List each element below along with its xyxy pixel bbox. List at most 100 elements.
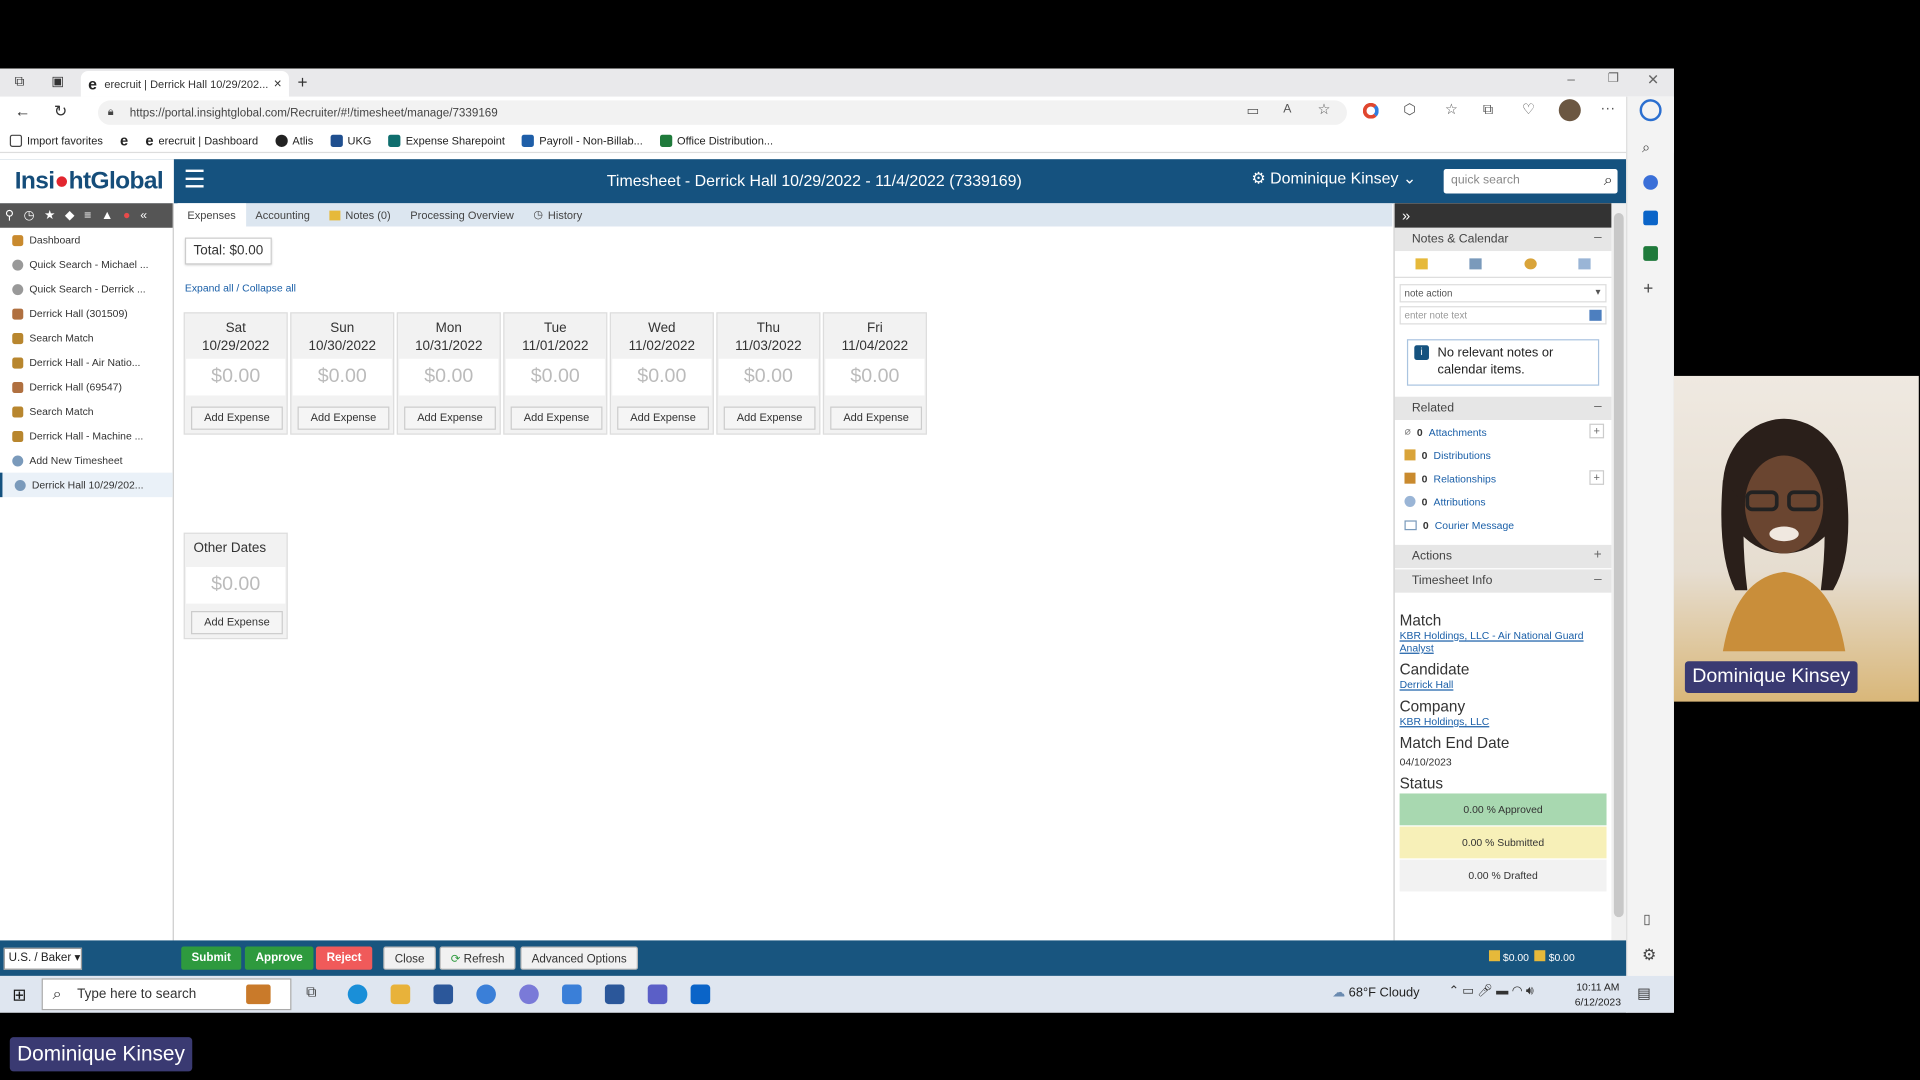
- store-icon[interactable]: [433, 984, 454, 1005]
- notifications-icon[interactable]: ▤: [1637, 984, 1651, 1001]
- add-icon[interactable]: +: [1643, 278, 1653, 298]
- read-aloud-icon[interactable]: A: [1283, 103, 1291, 116]
- add-expense-button[interactable]: Add Expense: [404, 406, 496, 430]
- sidebar-item-derrick-hall-301509[interactable]: Derrick Hall (301509): [0, 301, 173, 325]
- actions-section[interactable]: Actions +: [1394, 544, 1612, 569]
- close-tab-icon[interactable]: ×: [274, 77, 282, 92]
- fav-edge[interactable]: e: [120, 132, 128, 149]
- expand-collapse-link[interactable]: Expand all / Collapse all: [185, 282, 296, 294]
- warning-icon[interactable]: ▲: [101, 209, 113, 222]
- sidebar-item-search-match-2[interactable]: Search Match: [0, 399, 173, 423]
- scrollbar-thumb[interactable]: [1613, 213, 1624, 918]
- add-attachment-button[interactable]: +: [1589, 423, 1605, 439]
- workspaces-icon[interactable]: ⧉: [15, 75, 25, 91]
- minimize-icon[interactable]: –: [1567, 72, 1575, 87]
- add-expense-button[interactable]: Add Expense: [191, 406, 283, 430]
- submit-button[interactable]: Submit: [181, 946, 242, 970]
- profile-avatar[interactable]: [1558, 99, 1581, 122]
- sidebar-item-derrick-hall-69547[interactable]: Derrick Hall (69547): [0, 375, 173, 399]
- sidebar-item-quick-search-michael[interactable]: Quick Search - Michael ...: [0, 252, 173, 276]
- sidebar-item-derrick-hall-machine[interactable]: Derrick Hall - Machine ...: [0, 424, 173, 448]
- reject-button[interactable]: Reject: [315, 946, 373, 970]
- refresh-button[interactable]: ⟳ Refresh: [439, 946, 516, 970]
- tab-notes[interactable]: Notes (0): [320, 203, 401, 226]
- collapse-icon[interactable]: –: [1594, 230, 1602, 245]
- save-icon[interactable]: [1589, 309, 1602, 321]
- related-attributions[interactable]: 0 Attributions: [1395, 490, 1612, 513]
- note-action-select[interactable]: note action ▾: [1399, 284, 1607, 303]
- outlook-taskbar-icon[interactable]: [690, 984, 711, 1005]
- sidebar-item-current-timesheet[interactable]: Derrick Hall 10/29/202...: [0, 472, 173, 498]
- fav-atlis[interactable]: Atlis: [275, 134, 313, 147]
- collections-icon[interactable]: ⧉: [1483, 100, 1494, 118]
- star-icon[interactable]: ★: [44, 209, 55, 222]
- timesheet-info-section[interactable]: Timesheet Info –: [1394, 569, 1612, 593]
- fav-payroll[interactable]: Payroll - Non-Billab...: [522, 134, 643, 147]
- taskbar-clock[interactable]: 10:11 AM 6/12/2023: [1575, 980, 1621, 1009]
- phone-icon[interactable]: [1524, 258, 1537, 270]
- add-expense-button[interactable]: Add Expense: [617, 406, 709, 430]
- favorites-icon[interactable]: ☆: [1445, 100, 1458, 117]
- advanced-options-button[interactable]: Advanced Options: [520, 946, 638, 970]
- related-attachments[interactable]: ⌀ 0 Attachments +: [1395, 420, 1612, 443]
- app-available-icon[interactable]: ▭: [1247, 103, 1260, 119]
- close-window-icon[interactable]: ✕: [1647, 71, 1659, 88]
- collapse-icon[interactable]: –: [1594, 399, 1602, 414]
- pin-icon[interactable]: ⚲: [5, 209, 14, 222]
- event-icon[interactable]: [1578, 258, 1591, 270]
- tab-erecruit[interactable]: e erecruit | Derrick Hall 10/29/202... ×: [80, 71, 289, 97]
- fav-expense[interactable]: Expense Sharepoint: [388, 134, 505, 147]
- sidebar-layout-icon[interactable]: ▯: [1643, 911, 1650, 927]
- quick-search-input[interactable]: quick search ⌕: [1443, 168, 1618, 194]
- user-menu[interactable]: ⚙ Dominique Kinsey ⌄: [1251, 169, 1416, 189]
- file-explorer-icon[interactable]: [390, 984, 411, 1005]
- sidebar-item-quick-search-derrick[interactable]: Quick Search - Derrick ...: [0, 277, 173, 301]
- excel-icon[interactable]: [1643, 246, 1658, 261]
- reload-icon[interactable]: ↻: [54, 102, 67, 122]
- settings-icon[interactable]: ⚙: [1642, 945, 1656, 965]
- add-relationship-button[interactable]: +: [1589, 470, 1605, 485]
- shopping-icon[interactable]: [1643, 175, 1658, 190]
- menu-icon[interactable]: ☰: [184, 168, 208, 192]
- system-tray-icons[interactable]: ⌃ ▭ 🎤︎ ▬ ◠ 🔊︎: [1449, 984, 1534, 997]
- collapse-icon[interactable]: –: [1594, 572, 1602, 587]
- restore-icon[interactable]: ❐: [1608, 72, 1619, 85]
- help-icon[interactable]: ●: [123, 209, 130, 222]
- sidebar-item-dashboard[interactable]: Dashboard: [0, 228, 173, 252]
- add-expense-button[interactable]: Add Expense: [830, 406, 923, 430]
- app-icon[interactable]: [519, 984, 539, 1005]
- extensions-icon[interactable]: ⬡: [1403, 100, 1416, 117]
- fav-office[interactable]: Office Distribution...: [659, 134, 773, 147]
- more-icon[interactable]: ···: [1600, 99, 1615, 116]
- tab-processing-overview[interactable]: Processing Overview: [401, 203, 524, 226]
- add-expense-button[interactable]: Add Expense: [191, 611, 283, 635]
- new-tab-icon[interactable]: +: [298, 72, 308, 92]
- scrollbar[interactable]: [1611, 203, 1627, 975]
- extension-icon[interactable]: [1362, 102, 1379, 119]
- company-link[interactable]: KBR Holdings, LLC: [1395, 715, 1612, 727]
- fav-ukg[interactable]: UKG: [330, 134, 371, 147]
- related-distributions[interactable]: 0 Distributions: [1395, 443, 1612, 466]
- fav-import[interactable]: Import favorites: [9, 134, 103, 147]
- mail-icon[interactable]: [562, 984, 582, 1005]
- url-field[interactable]: 🔒︎ https://portal.insightglobal.com/Recr…: [97, 100, 1347, 125]
- add-expense-button[interactable]: Add Expense: [297, 406, 390, 430]
- approve-button[interactable]: Approve: [244, 946, 314, 970]
- add-expense-button[interactable]: Add Expense: [510, 406, 603, 430]
- edge-taskbar-icon[interactable]: [347, 984, 368, 1005]
- expand-panel-icon[interactable]: »: [1394, 203, 1612, 228]
- tab-expenses[interactable]: Expenses: [177, 203, 246, 227]
- match-link[interactable]: KBR Holdings, LLC - Air National Guard A…: [1395, 629, 1612, 653]
- taskbar-search[interactable]: ⌕ Type here to search: [41, 978, 292, 1011]
- weather-widget[interactable]: ☁ 68°F Cloudy: [1332, 986, 1419, 1001]
- tab-accounting[interactable]: Accounting: [246, 203, 320, 226]
- close-button[interactable]: Close: [383, 946, 436, 970]
- clock-icon[interactable]: ◷: [24, 209, 35, 222]
- bing-chat-icon[interactable]: [1639, 99, 1662, 122]
- collapse-icon[interactable]: «: [140, 209, 147, 222]
- add-expense-button[interactable]: Add Expense: [723, 406, 816, 430]
- tab-history[interactable]: ◷ History: [524, 203, 592, 226]
- region-select[interactable]: U.S. / Baker ▾: [3, 947, 83, 970]
- word-icon[interactable]: [604, 984, 625, 1005]
- related-relationships[interactable]: 0 Relationships +: [1395, 467, 1612, 490]
